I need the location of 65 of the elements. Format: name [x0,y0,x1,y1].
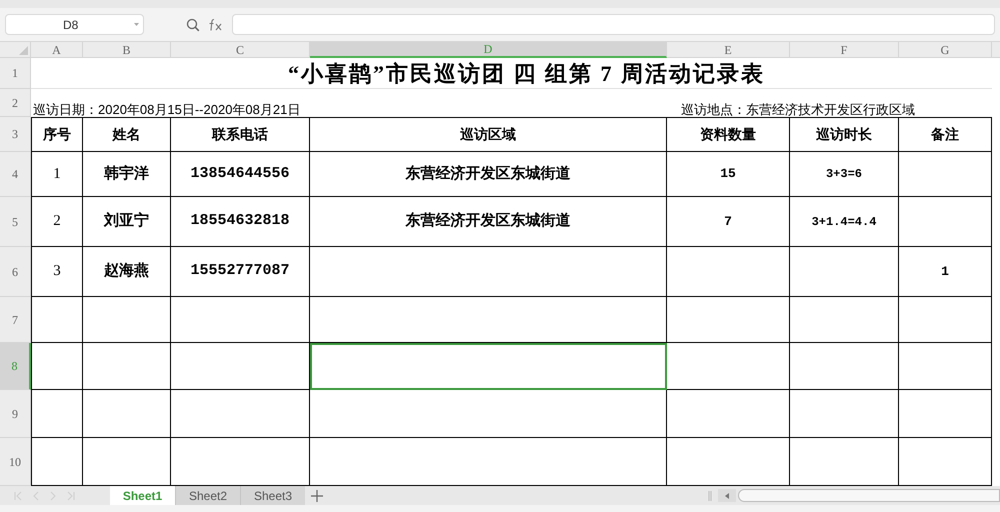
row-header[interactable]: 3 [0,117,31,152]
column-heading: 巡访区域 [310,117,667,152]
table-cell: 东营经济开发区东城街道 [310,197,667,247]
function-icon[interactable] [208,18,224,32]
formula-input[interactable] [232,14,995,35]
table-cell: 3+3=6 [790,152,899,197]
column-heading: 姓名 [83,117,171,152]
last-sheet-icon[interactable] [67,490,75,500]
column-heading: 联系电话 [171,117,310,152]
table-cell: 韩宇洋 [83,152,171,197]
horizontal-scrollbar[interactable] [738,489,1000,502]
column-heading: 备注 [899,117,992,152]
table-cell [31,343,83,390]
row-header[interactable]: 10 [0,438,31,486]
table-cell [31,390,83,438]
table-cell: 7 [667,197,790,247]
table-cell [31,297,83,343]
row-header[interactable]: 2 [0,89,31,117]
table-cell: 1 [899,247,992,297]
column-header[interactable]: F [790,42,899,58]
column-header[interactable]: G [899,42,992,58]
column-header[interactable]: B [83,42,171,58]
table-cell: 13854644556 [171,152,310,197]
scroll-left-button[interactable] [718,489,736,502]
table-cell: 东营经济开发区东城街道 [310,152,667,197]
left-arrow-icon [725,492,729,498]
select-all-icon[interactable] [19,46,28,55]
table-cell: 刘亚宁 [83,197,171,247]
column-header[interactable]: C [171,42,310,58]
previous-sheet-icon[interactable] [33,490,39,500]
dropdown-icon[interactable] [134,23,139,27]
sheet-tab[interactable]: Sheet2 [175,486,240,505]
splitter-icon[interactable] [708,490,712,500]
table-cell: 1 [31,152,83,197]
row-header[interactable]: 6 [0,247,31,297]
table-cell: 赵海燕 [83,247,171,297]
row-header[interactable]: 4 [0,152,31,197]
column-header[interactable] [992,42,1000,58]
column-heading: 资料数量 [667,117,790,152]
name-box[interactable]: D8 [5,14,144,35]
location-text: 巡访地点：东营经济技术开发区行政区域 [681,102,915,117]
row-header[interactable]: 9 [0,390,31,438]
table-cell: 3 [31,247,83,297]
column-heading: 序号 [31,117,83,152]
cell-reference: D8 [63,16,78,34]
first-sheet-icon[interactable] [14,490,22,500]
sheet-tab[interactable]: Sheet1 [110,486,175,505]
row-header[interactable]: 7 [0,297,31,343]
sheet-tab[interactable]: Sheet3 [240,486,305,505]
column-header[interactable]: E [667,42,790,58]
date-text: 巡访日期：2020年08月15日--2020年08月21日 [33,102,300,117]
row-header[interactable]: 5 [0,197,31,247]
table-cell: 15552777087 [171,247,310,297]
row-header[interactable]: 1 [0,58,31,89]
column-heading: 巡访时长 [790,117,899,152]
zoom-icon[interactable] [186,18,200,32]
column-header[interactable]: A [31,42,83,58]
add-sheet-icon[interactable] [311,490,323,502]
next-sheet-icon[interactable] [50,490,56,500]
active-cell[interactable] [310,343,667,390]
sheet-title: “小喜鹊”市民巡访团 四 组第 7 周活动记录表 [31,58,992,89]
table-cell: 2 [31,197,83,247]
table-cell: 3+1.4=4.4 [790,197,899,247]
table-cell: 18554632818 [171,197,310,247]
table-cell: 15 [667,152,790,197]
